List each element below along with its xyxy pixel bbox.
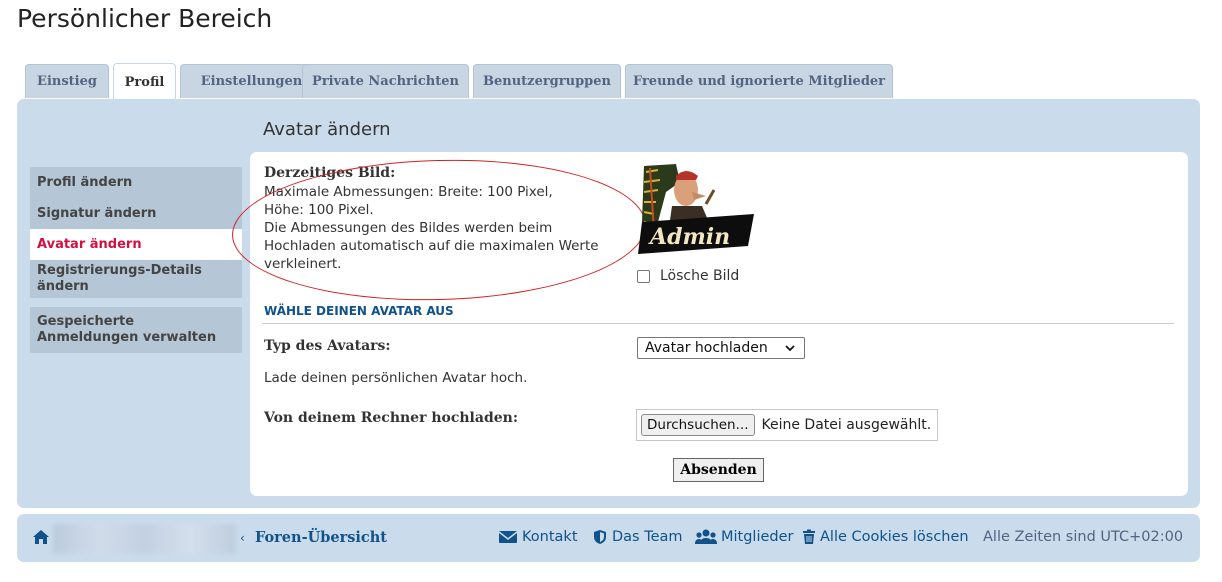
timezone-text: Alle Zeiten sind UTC+02:00 <box>983 529 1184 545</box>
shield-icon <box>594 530 606 544</box>
delete-cookies-label: Alle Cookies löschen <box>820 529 969 545</box>
sidebar-item-avatar-aendern[interactable]: Avatar ändern <box>30 229 242 260</box>
footer-contact-link[interactable]: Kontakt <box>498 529 578 545</box>
home-icon[interactable] <box>32 529 54 545</box>
avatar-image: Admin <box>638 164 754 254</box>
sidebar-item-profil-aendern[interactable]: Profil ändern <box>30 167 242 198</box>
upload-hint: Lade deinen persönlichen Avatar hoch. <box>264 370 528 386</box>
browse-button[interactable]: Durchsuchen... <box>641 414 755 436</box>
trash-icon <box>803 529 815 544</box>
file-input: Durchsuchen... Keine Datei ausgewählt. <box>636 409 938 441</box>
svg-text:Admin: Admin <box>648 224 730 250</box>
footer-team-link[interactable]: Das Team <box>592 529 683 545</box>
choose-avatar-header: WÄHLE DEINEN AVATAR AUS <box>264 304 454 318</box>
breadcrumb-separator-icon: ‹ <box>240 531 245 545</box>
sidebar-item-gespeicherte-anmeldungen[interactable]: Gespeicherte Anmeldungen verwalten <box>30 307 242 353</box>
tab-private-nachrichten[interactable]: Private Nachrichten <box>302 64 469 98</box>
users-icon <box>695 529 717 544</box>
members-label: Mitglieder <box>721 529 794 545</box>
sidebar-item-signatur-aendern[interactable]: Signatur ändern <box>30 198 242 229</box>
tab-profil[interactable]: Profil <box>113 63 176 100</box>
delete-image-row: Lösche Bild <box>637 268 739 284</box>
sidebar-item-registrierungs-details[interactable]: Registrierungs-Details ändern <box>30 260 242 298</box>
divider <box>262 323 1174 324</box>
tab-benutzergruppen[interactable]: Benutzergruppen <box>473 64 621 98</box>
delete-image-label: Lösche Bild <box>660 268 740 284</box>
tab-einstieg[interactable]: Einstieg <box>25 64 109 98</box>
footer-members-link[interactable]: Mitglieder <box>695 529 794 545</box>
footer-delete-cookies-link[interactable]: Alle Cookies löschen <box>802 529 969 545</box>
submit-button[interactable]: Absenden <box>673 458 764 482</box>
upload-label: Von deinem Rechner hochladen: <box>264 410 518 426</box>
breadcrumb-link[interactable]: Foren-Übersicht <box>255 529 387 546</box>
tab-freunde[interactable]: Freunde und ignorierte Mitglieder <box>625 64 893 98</box>
contact-label: Kontakt <box>522 529 578 545</box>
section-title: Avatar ändern <box>263 119 391 140</box>
chevron-down-icon <box>784 340 796 359</box>
avatar-type-value: Avatar hochladen <box>645 340 768 356</box>
envelope-icon <box>498 531 518 543</box>
avatar-type-select[interactable]: Avatar hochladen <box>637 337 805 359</box>
avatar-type-label: Typ des Avatars: <box>264 338 391 354</box>
file-status: Keine Datei ausgewählt. <box>761 417 932 433</box>
delete-image-checkbox[interactable] <box>637 269 650 283</box>
team-label: Das Team <box>612 529 683 545</box>
blurred-breadcrumb <box>53 524 236 554</box>
page-title: Persönlicher Bereich <box>17 4 273 33</box>
